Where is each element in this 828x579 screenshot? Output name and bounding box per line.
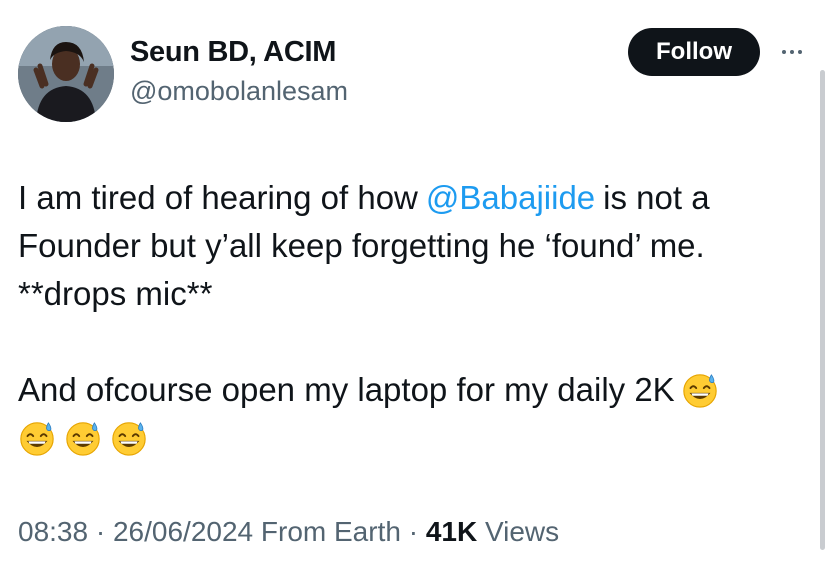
views-label: Views xyxy=(484,516,560,547)
views-count[interactable]: 41K xyxy=(426,516,477,547)
user-handle[interactable]: @omobolanlesam xyxy=(130,76,348,107)
tweet-time[interactable]: 08:38 xyxy=(18,516,88,547)
sweat-smile-emoji-icon xyxy=(64,419,102,457)
meta-separator: · xyxy=(95,516,106,547)
avatar-image xyxy=(18,26,114,122)
tweet-source: From Earth xyxy=(260,516,401,547)
tweet-text-segment: I am tired of hearing of how xyxy=(18,179,418,216)
sweat-smile-emoji-icon xyxy=(18,419,56,457)
avatar[interactable] xyxy=(18,26,114,122)
more-dot xyxy=(782,50,786,54)
tweet-paragraph: And ofcourse open my laptop for my daily… xyxy=(18,366,808,462)
tweet-metadata: 08:38 · 26/06/2024 From Earth · 41K View… xyxy=(18,516,559,548)
tweet-card: Seun BD, ACIM @omobolanlesam Follow I am… xyxy=(0,0,828,579)
tweet-date[interactable]: 26/06/2024 xyxy=(113,516,253,547)
tweet-paragraph: I am tired of hearing of how @Babajiide is… xyxy=(18,174,808,318)
display-name[interactable]: Seun BD, ACIM xyxy=(130,36,336,69)
follow-button[interactable]: Follow xyxy=(628,28,760,76)
sweat-smile-emoji-icon xyxy=(681,371,719,409)
more-dot xyxy=(798,50,802,54)
tweet-text-segment: And ofcourse open my laptop for my daily… xyxy=(18,371,675,408)
sweat-smile-emoji-icon xyxy=(110,419,148,457)
mention-link[interactable]: @Babajiide xyxy=(418,179,603,216)
tweet-text: I am tired of hearing of how @Babajiide is… xyxy=(18,174,808,462)
more-horizontal-icon[interactable] xyxy=(772,34,812,70)
more-dot xyxy=(790,50,794,54)
meta-separator: · xyxy=(408,516,419,547)
scrollbar[interactable] xyxy=(820,70,825,550)
